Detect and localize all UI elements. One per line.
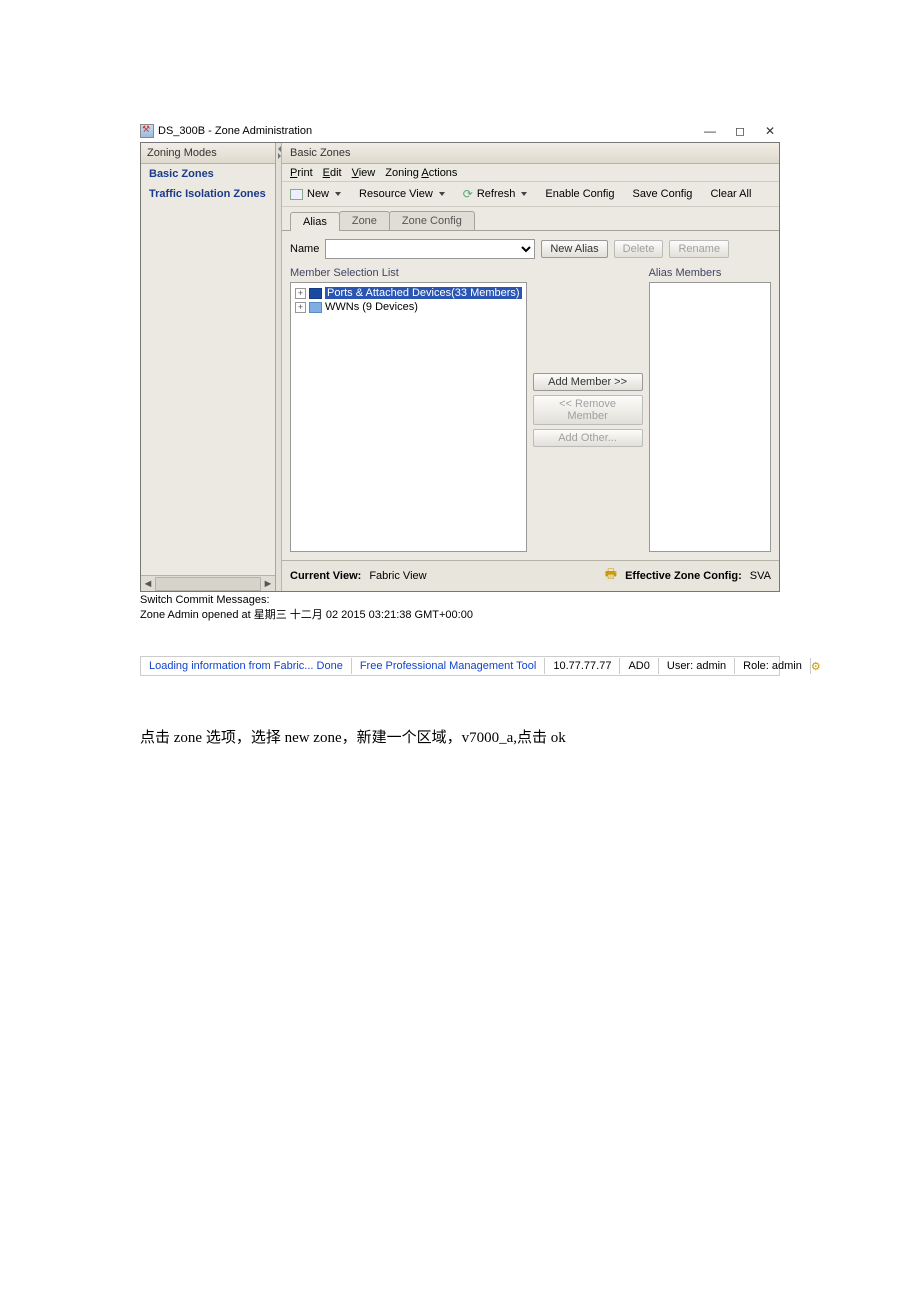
menu-print[interactable]: Print [290, 167, 313, 179]
wwn-icon [309, 302, 322, 313]
sidebar: Zoning Modes Basic Zones Traffic Isolati… [141, 143, 276, 591]
commit-messages-label: Switch Commit Messages: [140, 594, 780, 606]
sidebar-header: Zoning Modes [141, 143, 275, 164]
name-select[interactable] [325, 239, 535, 259]
menubar: Print Edit View Zoning Actions [282, 164, 779, 182]
toolbar: New Resource View ⟳Refresh Enable Config… [282, 182, 779, 207]
current-view-value: Fabric View [369, 570, 426, 582]
splitter[interactable] [276, 143, 282, 591]
menu-edit[interactable]: Edit [323, 167, 342, 179]
app-window: Zoning Modes Basic Zones Traffic Isolati… [140, 142, 780, 592]
tree-label: Ports & Attached Devices(33 Members) [325, 287, 522, 299]
refresh-button[interactable]: ⟳Refresh [463, 187, 528, 201]
resource-view-button[interactable]: Resource View [359, 188, 445, 200]
scroll-track[interactable] [155, 577, 261, 591]
sidebar-item-traffic-isolation[interactable]: Traffic Isolation Zones [141, 184, 275, 204]
rename-button: Rename [669, 240, 729, 258]
close-button[interactable]: ✕ [764, 125, 776, 137]
add-other-button: Add Other... [533, 429, 643, 447]
effective-zone-value: SVA [750, 570, 771, 582]
sidebar-item-basic-zones[interactable]: Basic Zones [141, 164, 275, 184]
expand-icon[interactable]: + [295, 288, 306, 299]
scroll-right-icon[interactable]: ► [261, 578, 275, 590]
status-user: User: admin [659, 658, 735, 674]
current-view-label: Current View: [290, 570, 361, 582]
instruction-text: 点击 zone 选项，选择 new zone，新建一个区域，v7000_a,点击… [140, 726, 780, 747]
refresh-icon: ⟳ [463, 187, 473, 201]
switch-icon [309, 288, 322, 299]
add-member-button[interactable]: Add Member >> [533, 373, 643, 391]
member-selection-list[interactable]: + Ports & Attached Devices(33 Members) +… [290, 282, 527, 552]
new-alias-button[interactable]: New Alias [541, 240, 607, 258]
menu-zoning-actions[interactable]: Zoning Actions [385, 167, 457, 179]
status-ad: AD0 [620, 658, 658, 674]
new-button[interactable]: New [290, 188, 341, 200]
sidebar-scrollbar[interactable]: ◄ ► [141, 575, 275, 591]
name-label: Name [290, 243, 319, 255]
main-header: Basic Zones [282, 143, 779, 164]
scroll-left-icon[interactable]: ◄ [141, 578, 155, 590]
tab-alias[interactable]: Alias [290, 212, 340, 231]
window-title: DS_300B - Zone Administration [158, 125, 704, 137]
tree-node-wwns[interactable]: + WWNs (9 Devices) [293, 300, 524, 314]
alias-members-list[interactable] [649, 282, 771, 552]
remove-member-button: << Remove Member [533, 395, 643, 425]
clear-all-button[interactable]: Clear All [710, 188, 751, 200]
status-link[interactable]: Free Professional Management Tool [352, 658, 546, 674]
chevron-down-icon [439, 192, 445, 196]
print-icon[interactable]: 🖶 [605, 565, 617, 587]
status-loading: Loading information from Fabric... Done [141, 658, 352, 674]
status-tail-icon: ⚙ [811, 660, 821, 673]
new-icon [290, 189, 303, 200]
statusbar: Loading information from Fabric... Done … [140, 656, 780, 676]
status-ip: 10.77.77.77 [545, 658, 620, 674]
delete-button: Delete [614, 240, 664, 258]
maximize-button[interactable]: ◻ [734, 125, 746, 137]
status-role: Role: admin [735, 658, 811, 674]
effective-zone-label: Effective Zone Config: [625, 570, 742, 582]
menu-view[interactable]: View [352, 167, 376, 179]
footer-bar: Current View: Fabric View 🖶 Effective Zo… [282, 560, 779, 591]
commit-messages-line: Zone Admin opened at 星期三 十二月 02 2015 03:… [140, 606, 780, 622]
minimize-button[interactable]: — [704, 125, 716, 137]
tree-label: WWNs (9 Devices) [325, 301, 418, 313]
tree-node-ports[interactable]: + Ports & Attached Devices(33 Members) [293, 286, 524, 300]
expand-icon[interactable]: + [295, 302, 306, 313]
alias-members-label: Alias Members [649, 267, 771, 279]
chevron-down-icon [335, 192, 341, 196]
member-selection-label: Member Selection List [290, 267, 527, 279]
chevron-down-icon [521, 192, 527, 196]
app-icon [140, 124, 154, 138]
save-config-button[interactable]: Save Config [633, 188, 693, 200]
tabstrip: Alias Zone Zone Config [282, 207, 779, 231]
tab-zone[interactable]: Zone [339, 211, 390, 230]
enable-config-button[interactable]: Enable Config [545, 188, 614, 200]
tab-zone-config[interactable]: Zone Config [389, 211, 475, 230]
